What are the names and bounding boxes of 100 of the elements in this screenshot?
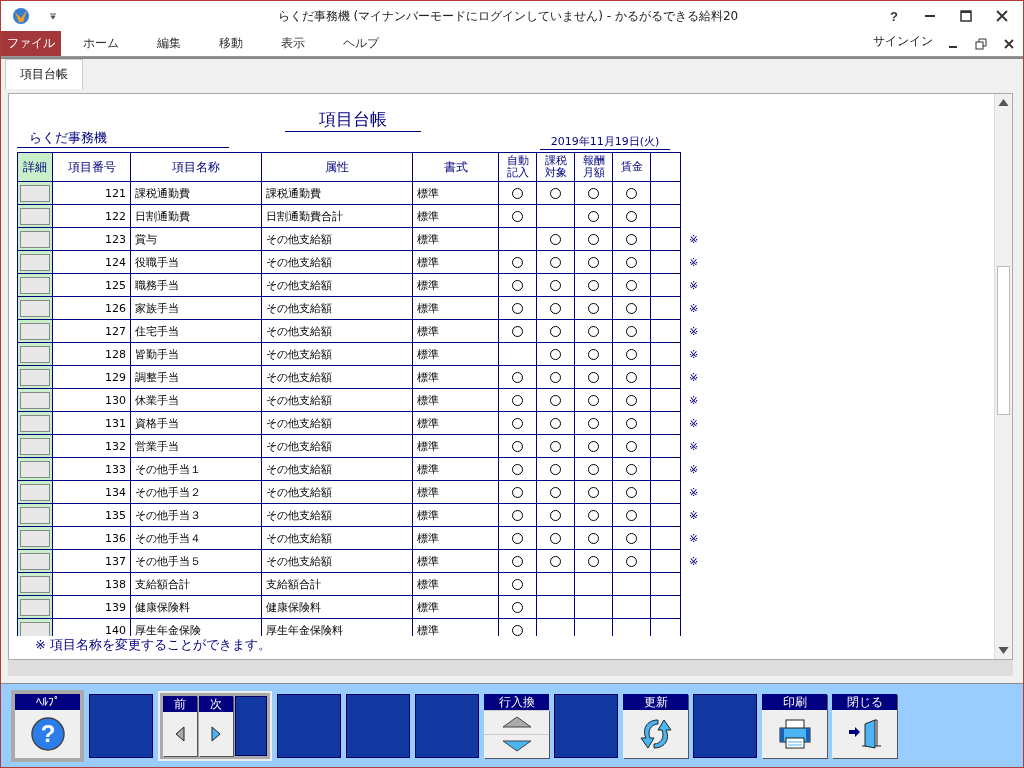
table-cell: その他支給額 — [261, 526, 413, 550]
close-icon[interactable] — [996, 10, 1008, 22]
row-swap-label: 行入換 — [484, 693, 549, 710]
detail-button[interactable] — [20, 253, 50, 271]
next-button[interactable]: 次 — [199, 695, 233, 756]
table-cell: 皆勤手当 — [130, 342, 262, 366]
empty-panel — [346, 693, 410, 758]
exit-door-icon — [846, 717, 883, 750]
table-cell: 標準 — [412, 342, 499, 366]
table-cell: 121 — [52, 181, 131, 205]
print-button[interactable]: 印刷 — [762, 693, 827, 758]
move-down-button[interactable] — [484, 733, 549, 758]
detail-button[interactable] — [20, 345, 50, 363]
table-cell: 標準 — [412, 595, 499, 619]
detail-button[interactable] — [20, 483, 50, 501]
refresh-button[interactable]: 更新 — [623, 693, 688, 758]
table-cell: その他手当２ — [130, 480, 262, 504]
right-triangle-icon — [210, 725, 222, 742]
table-cell: 135 — [52, 503, 131, 527]
detail-button[interactable] — [20, 437, 50, 455]
help-button[interactable]: ? — [879, 8, 909, 24]
app-logo-icon[interactable] — [11, 6, 31, 26]
note-mark: ※ — [689, 554, 699, 568]
detail-button[interactable] — [20, 506, 50, 524]
note-mark: ※ — [689, 531, 699, 545]
table-cell: 支給額合計 — [130, 572, 262, 596]
close-icon[interactable] — [1003, 37, 1015, 50]
table-cell: 標準 — [412, 227, 499, 251]
detail-button[interactable] — [20, 391, 50, 409]
table-cell: その他支給額 — [261, 273, 413, 297]
detail-button[interactable] — [20, 368, 50, 386]
detail-button[interactable] — [20, 322, 50, 340]
table-cell: その他支給額 — [261, 342, 413, 366]
column-header: 項目名称 — [130, 152, 262, 182]
table-cell: 課税通勤費 — [261, 181, 413, 205]
empty-panel — [235, 695, 267, 756]
note-mark: ※ — [689, 370, 699, 384]
note-mark: ※ — [689, 508, 699, 522]
table-cell: 標準 — [412, 457, 499, 481]
column-header: 項目番号 — [52, 152, 131, 182]
up-triangle-icon — [501, 716, 532, 728]
table-cell: 資格手当 — [130, 411, 262, 435]
previous-button[interactable]: 前 — [163, 695, 197, 756]
column-header: 詳細 — [17, 152, 53, 182]
detail-button[interactable] — [20, 207, 50, 225]
vertical-scrollbar[interactable] — [994, 94, 1012, 659]
detail-button[interactable] — [20, 575, 50, 593]
note-mark: ※ — [689, 255, 699, 269]
detail-button[interactable] — [20, 276, 50, 294]
table-cell: その他支給額 — [261, 503, 413, 527]
restore-icon[interactable] — [975, 37, 987, 50]
company-name: らくだ事務機 — [17, 129, 229, 148]
table-cell: 標準 — [412, 572, 499, 596]
detail-button[interactable] — [20, 460, 50, 478]
column-header: 属性 — [261, 152, 413, 182]
detail-button[interactable] — [20, 529, 50, 547]
detail-button[interactable] — [20, 552, 50, 570]
table-cell: その他支給額 — [261, 250, 413, 274]
table-cell: 休業手当 — [130, 388, 262, 412]
table-cell: 標準 — [412, 319, 499, 343]
table-cell: その他支給額 — [261, 434, 413, 458]
sign-in-link[interactable]: サインイン — [873, 33, 933, 50]
table-cell: 役職手当 — [130, 250, 262, 274]
quick-access-dropdown-icon[interactable] — [49, 12, 57, 20]
detail-button[interactable] — [20, 598, 50, 616]
table-cell: 標準 — [412, 273, 499, 297]
table-cell: 123 — [52, 227, 131, 251]
table-cell: 標準 — [412, 388, 499, 412]
table-cell: その他手当１ — [130, 457, 262, 481]
table-cell: 標準 — [412, 480, 499, 504]
column-header: 書式 — [412, 152, 499, 182]
detail-button[interactable] — [20, 414, 50, 432]
detail-button[interactable] — [20, 299, 50, 317]
table-cell: 職務手当 — [130, 273, 262, 297]
table-cell: 138 — [52, 572, 131, 596]
move-up-button[interactable] — [484, 709, 549, 734]
table-cell: 標準 — [412, 365, 499, 389]
detail-button[interactable] — [20, 621, 50, 636]
scroll-thumb[interactable] — [997, 266, 1010, 415]
maximize-icon[interactable] — [960, 10, 972, 22]
column-header: 課税対象 — [536, 152, 575, 182]
table-cell: 標準 — [412, 181, 499, 205]
menu-item[interactable]: ファイル — [1, 31, 61, 56]
table-cell: 標準 — [412, 526, 499, 550]
table-cell: 128 — [52, 342, 131, 366]
detail-button[interactable] — [20, 230, 50, 248]
detail-button[interactable] — [20, 184, 50, 202]
document-tab[interactable]: 項目台帳 — [5, 59, 83, 89]
table-cell: 標準 — [412, 549, 499, 573]
table-cell: 133 — [52, 457, 131, 481]
table-cell: 131 — [52, 411, 131, 435]
table-cell: 日割通勤費合計 — [261, 204, 413, 228]
exit-button[interactable]: 閉じる — [832, 693, 897, 758]
column-header: 報酬月額 — [574, 152, 613, 182]
table-cell: 支給額合計 — [261, 572, 413, 596]
down-triangle-icon — [501, 740, 532, 752]
table-cell: 129 — [52, 365, 131, 389]
empty-panel — [693, 693, 757, 758]
table-cell: 標準 — [412, 296, 499, 320]
table-cell: 126 — [52, 296, 131, 320]
